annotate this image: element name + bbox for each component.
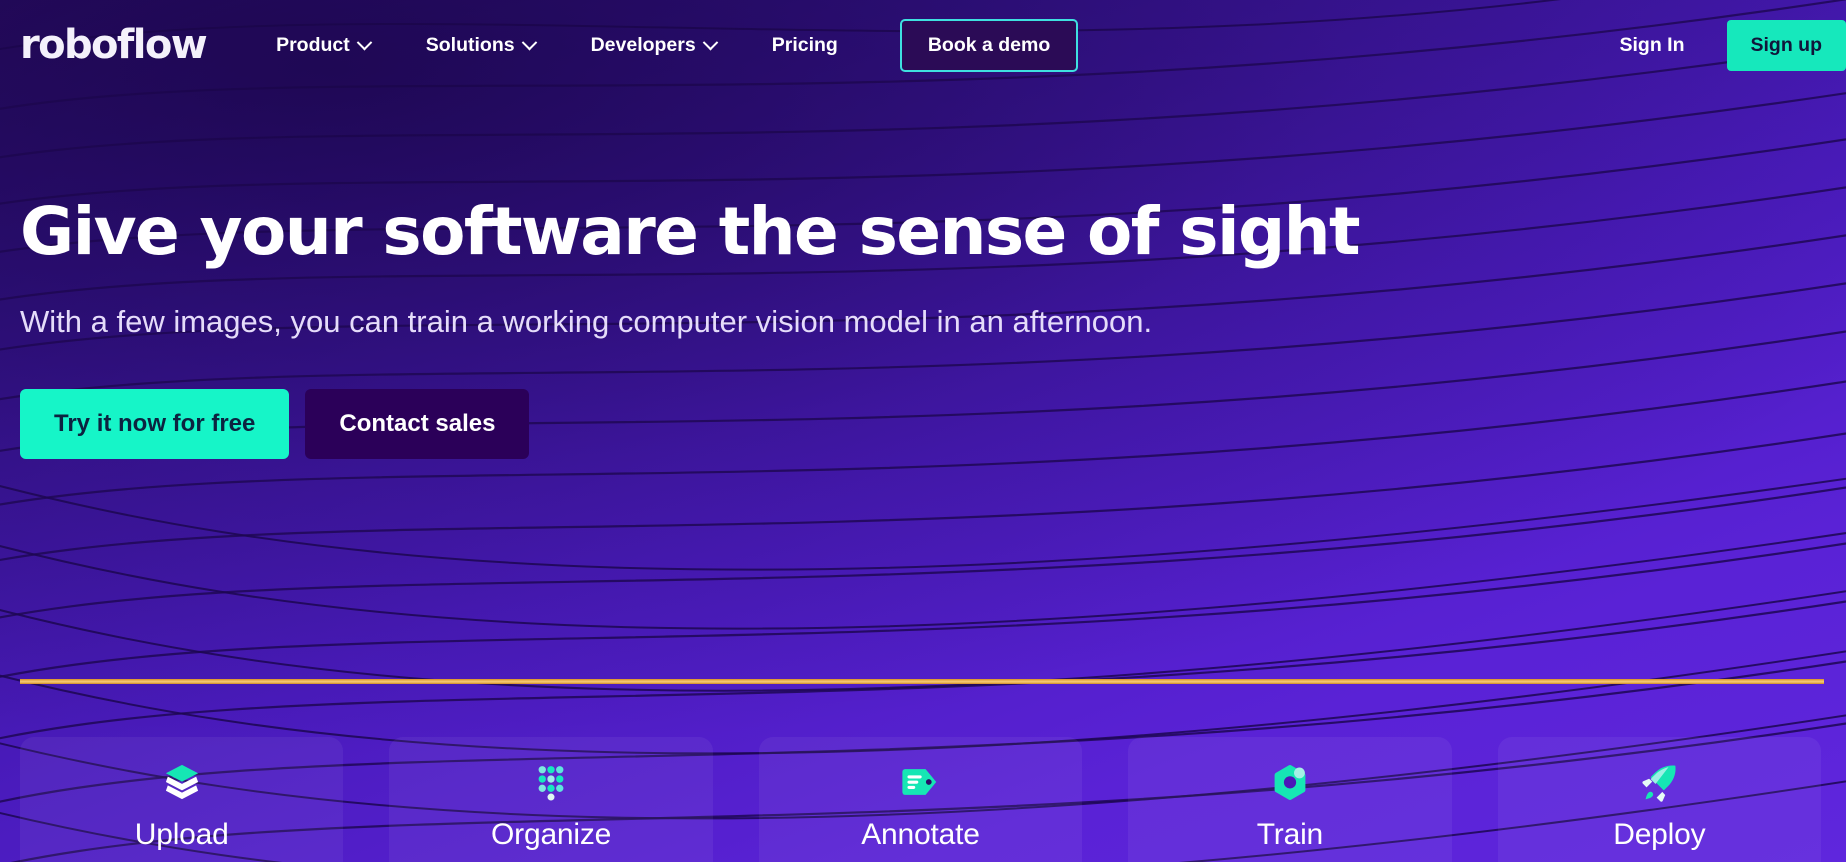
- nav-item-pricing[interactable]: Pricing: [744, 24, 866, 67]
- chevron-down-icon: [702, 34, 718, 50]
- step-card-deploy[interactable]: Deploy: [1497, 737, 1822, 862]
- step-card-organize[interactable]: Organize: [389, 737, 713, 862]
- rocket-icon: [1637, 760, 1681, 804]
- book-a-demo-button[interactable]: Book a demo: [899, 18, 1079, 72]
- nav-item-product[interactable]: Product: [248, 24, 398, 67]
- sign-up-button[interactable]: Sign up: [1726, 19, 1846, 71]
- chevron-down-icon: [356, 34, 373, 50]
- landing-page: roboflow Product Solutions Developers Pr…: [0, 0, 1846, 862]
- nav-item-label: Developers: [590, 33, 696, 56]
- step-label: Upload: [134, 818, 229, 851]
- hero-section: Give your software the sense of sight Wi…: [20, 193, 1361, 460]
- layers-icon: [161, 760, 203, 804]
- step-card-train[interactable]: Train: [1128, 737, 1452, 862]
- step-card-annotate[interactable]: Annotate: [758, 737, 1083, 862]
- step-label: Annotate: [861, 818, 980, 851]
- nav-right-group: Sign In Sign up: [1596, 19, 1846, 71]
- nav-item-label: Product: [276, 33, 350, 56]
- step-card-upload[interactable]: Upload: [20, 737, 344, 862]
- accent-divider: [20, 679, 1824, 684]
- hero-cta-row: Try it now for free Contact sales: [20, 389, 1320, 460]
- chevron-down-icon: [521, 34, 537, 50]
- hexagon-node-icon: [1269, 760, 1311, 804]
- contact-sales-button[interactable]: Contact sales: [305, 389, 530, 460]
- nav-item-developers[interactable]: Developers: [563, 24, 744, 67]
- nav-item-solutions[interactable]: Solutions: [398, 24, 563, 67]
- nav-item-label: Solutions: [425, 33, 515, 56]
- dot-grid-icon: [530, 760, 572, 804]
- sign-in-link[interactable]: Sign In: [1596, 24, 1709, 67]
- step-label: Organize: [491, 818, 612, 851]
- main-navbar: roboflow Product Solutions Developers Pr…: [0, 0, 1846, 90]
- step-label: Train: [1256, 818, 1324, 851]
- hero-subtitle: With a few images, you can train a worki…: [20, 304, 1153, 340]
- nav-item-label: Pricing: [771, 33, 838, 56]
- step-label: Deploy: [1613, 818, 1706, 851]
- try-it-now-button[interactable]: Try it now for free: [20, 389, 290, 460]
- tag-icon: [899, 760, 943, 804]
- page-title: Give your software the sense of sight: [20, 193, 1361, 270]
- nav-links: Product Solutions Developers Pricing Boo…: [248, 18, 1079, 72]
- roboflow-logo[interactable]: roboflow: [20, 25, 208, 65]
- workflow-steps: Upload Organize Annotate Train Deploy: [20, 737, 1822, 862]
